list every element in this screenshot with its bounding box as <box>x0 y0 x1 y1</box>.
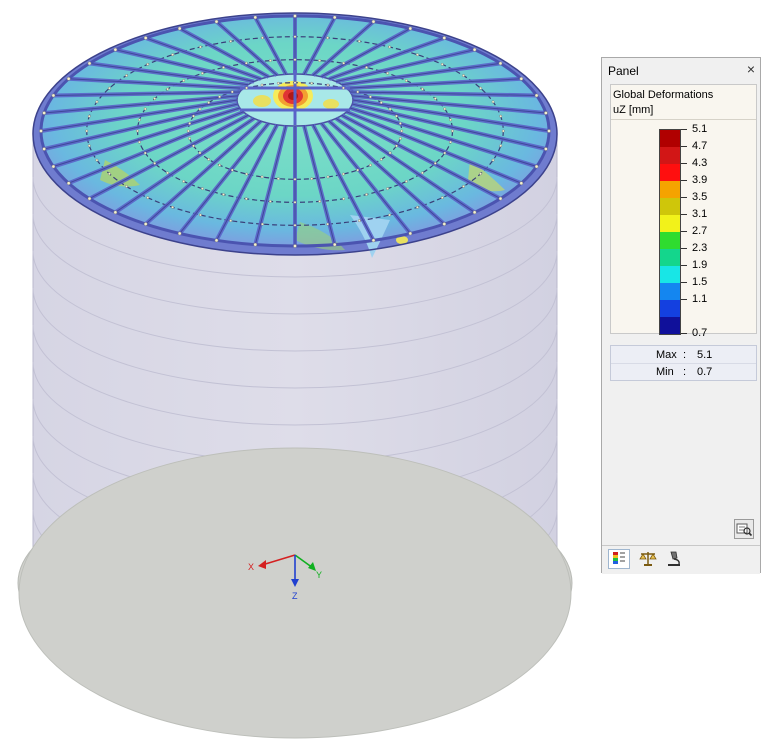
color-scale-tick <box>681 282 687 283</box>
color-scale-swatch <box>660 181 680 198</box>
color-scale-tick <box>681 333 687 334</box>
results-panel: Panel × Global Deformations uZ [mm] 5.1 4… <box>601 57 761 574</box>
color-scale-tick <box>681 299 687 300</box>
color-scale-swatch <box>660 317 680 334</box>
close-icon[interactable]: × <box>747 61 755 77</box>
min-value: 0.7 <box>697 366 713 378</box>
legend-unit: uZ [mm] <box>613 104 654 116</box>
min-label: Min <box>656 366 674 378</box>
color-scale-tick <box>681 163 687 164</box>
microscope-icon <box>668 551 680 566</box>
color-scale-tick-label: 4.3 <box>692 157 708 169</box>
model-viewport[interactable]: X Y Z <box>0 0 590 744</box>
color-scale-swatch <box>660 147 680 164</box>
extreme-values-divider <box>611 363 756 364</box>
extreme-values: Max : 5.1 Min : 0.7 <box>610 345 757 381</box>
color-scale-bar <box>659 129 681 335</box>
color-scale-swatch <box>660 164 680 181</box>
color-scale-swatch <box>660 232 680 249</box>
color-scale-tick-label: 3.5 <box>692 191 708 203</box>
color-scale-tick-label: 2.7 <box>692 225 708 237</box>
max-label: Max <box>656 349 677 361</box>
color-scale-tick <box>681 146 687 147</box>
microscope-tab[interactable] <box>664 549 686 569</box>
z-axis-label: Z <box>292 591 298 601</box>
color-scale-swatch <box>660 130 680 147</box>
color-scale-icon <box>613 552 625 564</box>
color-scale-tick <box>681 180 687 181</box>
color-scale-tick-label: 5.1 <box>692 123 708 135</box>
balance-tab[interactable] <box>638 549 660 569</box>
color-legend: Global Deformations uZ [mm] 5.1 4.7 4.3 3.9… <box>610 84 757 339</box>
max-value: 5.1 <box>697 349 713 361</box>
color-scale-tick <box>681 265 687 266</box>
panel-titlebar[interactable]: Panel × <box>602 58 760 82</box>
color-scale-tick-label: 1.5 <box>692 276 708 288</box>
color-scale-tick-label: 3.1 <box>692 208 708 220</box>
color-scale-swatch <box>660 266 680 283</box>
color-scale-tick-label: 4.7 <box>692 140 708 152</box>
balance-icon <box>639 552 657 566</box>
color-scale-swatch <box>660 198 680 215</box>
color-scale-tick <box>681 231 687 232</box>
max-colon: : <box>683 349 687 361</box>
zoom-settings-button[interactable] <box>734 519 754 539</box>
color-scale-tick <box>681 214 687 215</box>
min-colon: : <box>683 366 687 378</box>
color-scale-tick-label: 1.1 <box>692 293 708 305</box>
color-scale-tick-label: 3.9 <box>692 174 708 186</box>
color-scale-tick-label: 0.7 <box>692 327 708 339</box>
zoom-settings-icon <box>736 523 753 537</box>
y-axis-label: Y <box>316 570 322 580</box>
color-scale-swatch <box>660 249 680 266</box>
color-scale-swatch <box>660 283 680 300</box>
color-scale-swatch <box>660 215 680 232</box>
x-axis-label: X <box>248 562 254 572</box>
color-scale-tick <box>681 197 687 198</box>
color-scale-tick <box>681 248 687 249</box>
panel-title: Panel <box>608 64 639 78</box>
color-scale-tab[interactable] <box>608 549 630 569</box>
legend-title: Global Deformations <box>613 89 714 101</box>
color-scale-swatch <box>660 300 680 317</box>
color-scale-tick-label: 1.9 <box>692 259 708 271</box>
color-scale-tick-label: 2.3 <box>692 242 708 254</box>
panel-toolbar <box>602 545 760 574</box>
legend-divider <box>611 119 756 120</box>
color-scale-tick <box>681 129 687 130</box>
